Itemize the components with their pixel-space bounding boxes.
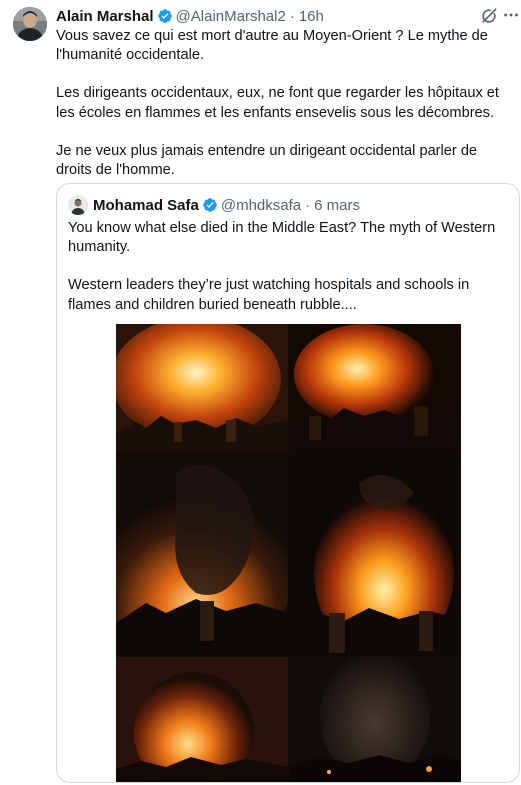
quoted-author-handle[interactable]: @mhdksafa xyxy=(221,197,301,214)
timestamp[interactable]: 16h xyxy=(299,8,324,25)
verified-badge-icon xyxy=(203,198,217,212)
more-icon[interactable] xyxy=(502,6,520,24)
grok-icon[interactable] xyxy=(480,7,498,25)
author-name[interactable]: Alain Marshal xyxy=(56,8,154,25)
quoted-author-avatar[interactable] xyxy=(68,195,88,215)
author-avatar[interactable] xyxy=(13,7,47,41)
image-tile xyxy=(289,657,461,782)
quoted-paragraph: You know what else died in the Middle Ea… xyxy=(68,220,496,256)
verified-badge-icon xyxy=(157,9,172,23)
quoted-image[interactable] xyxy=(116,324,461,782)
tweet-paragraph: Je ne veux plus jamais entendre un dirig… xyxy=(56,142,478,179)
image-tile xyxy=(116,657,288,782)
separator-dot: · xyxy=(305,196,311,214)
tweet-paragraph: Les dirigeants occidentaux, eux, ne font… xyxy=(56,85,499,121)
image-tile xyxy=(116,453,288,656)
author-handle[interactable]: @AlainMarshal2 xyxy=(176,8,286,25)
tweet-header: Alain Marshal @AlainMarshal2 · 16h xyxy=(56,6,324,26)
quoted-tweet[interactable]: Mohamad Safa @mhdksafa · 6 mars You know… xyxy=(56,183,520,783)
tweet-text: Vous savez ce qui est mort d'autre au Mo… xyxy=(56,27,516,180)
quoted-author-name[interactable]: Mohamad Safa xyxy=(93,197,199,214)
image-tile xyxy=(289,453,461,656)
quoted-paragraph: Western leaders they’re just watching ho… xyxy=(68,277,470,313)
tweet[interactable]: Alain Marshal @AlainMarshal2 · 16h Vous … xyxy=(0,0,521,785)
separator-dot: · xyxy=(289,7,295,25)
quoted-header: Mohamad Safa @mhdksafa · 6 mars xyxy=(93,195,360,215)
quoted-text: You know what else died in the Middle Ea… xyxy=(68,219,508,315)
image-tile xyxy=(289,324,461,452)
image-tile xyxy=(116,324,288,452)
quoted-timestamp[interactable]: 6 mars xyxy=(314,197,360,214)
tweet-paragraph: Vous savez ce qui est mort d'autre au Mo… xyxy=(56,28,488,64)
